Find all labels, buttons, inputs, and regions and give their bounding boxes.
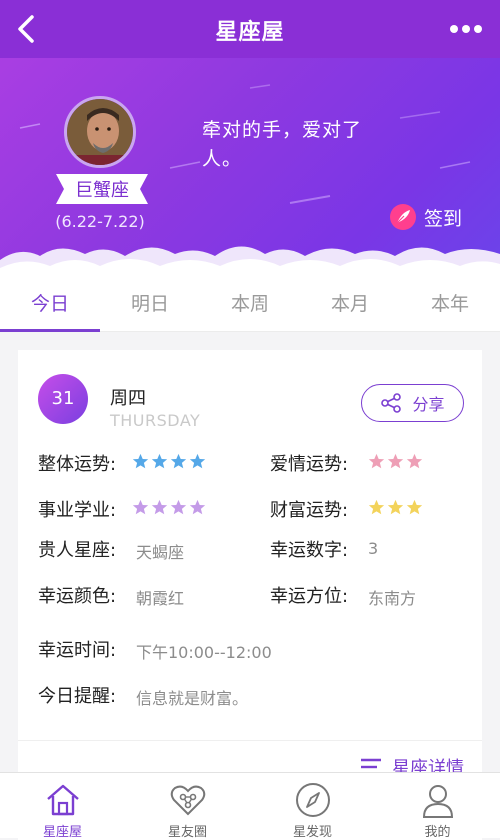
profile-hero: 巨蟹座 (6.22-7.22) 牵对的手，爱对了人。 签到 <box>0 58 500 278</box>
nav-item-home[interactable]: 星座屋 <box>0 773 125 840</box>
avatar[interactable] <box>64 96 136 168</box>
tab-this-week[interactable]: 本周 <box>200 278 300 331</box>
user-icon <box>422 785 453 818</box>
house-icon <box>46 784 79 816</box>
heart-network-icon <box>170 785 205 816</box>
tab-this-month[interactable]: 本月 <box>300 278 400 331</box>
star-icon <box>368 453 385 469</box>
star-icon <box>132 499 149 515</box>
nav-label-home: 星座屋 <box>42 825 82 840</box>
checkin-label: 签到 <box>424 207 463 230</box>
love-fortune-label: 爱情运势: <box>270 454 349 475</box>
lucky-color-label: 幸运颜色: <box>38 586 117 607</box>
star-icon <box>170 453 187 469</box>
star-icon <box>406 453 423 469</box>
lucky-time-label: 幸运时间: <box>38 640 117 661</box>
zodiac-sign-name[interactable]: 巨蟹座 <box>56 176 148 202</box>
nav-item-discover[interactable]: 星发现 <box>250 773 375 840</box>
star-icon <box>151 453 168 469</box>
nav-label-discover: 星发现 <box>292 825 332 840</box>
benefactor-sign-value: 天蝎座 <box>136 543 185 562</box>
benefactor-sign-label: 贵人星座: <box>38 540 117 561</box>
compass-icon <box>295 783 330 817</box>
bottom-nav: 星座屋 星友圈 星发现 我的 <box>0 772 500 840</box>
fortune-card: 31 周四 THURSDAY 分享 整体运势: 爱情运势: 事业学业: 财富运势… <box>18 350 482 840</box>
zodiac-date-range: (6.22-7.22) <box>55 212 145 231</box>
lucky-color-value: 朝霞红 <box>136 589 185 608</box>
star-icon <box>406 499 423 515</box>
star-icon <box>189 453 206 469</box>
daily-reminder-value: 信息就是财富。 <box>136 689 249 708</box>
feather-icon <box>390 204 416 230</box>
checkin-button[interactable]: 签到 <box>390 200 462 234</box>
wealth-fortune-label: 财富运势: <box>270 500 349 521</box>
cloud-decoration <box>0 246 500 278</box>
overall-fortune-label: 整体运势: <box>38 454 117 475</box>
daily-quote: 牵对的手，爱对了人。 <box>202 119 363 170</box>
card-divider <box>18 740 482 741</box>
period-tabs: 今日 明日 本周 本月 本年 <box>0 278 500 332</box>
wealth-fortune-stars <box>368 499 425 516</box>
nav-item-friends[interactable]: 星友圈 <box>125 773 250 840</box>
weekday-english: THURSDAY <box>110 411 201 430</box>
nav-label-me: 我的 <box>424 825 451 840</box>
tab-this-year[interactable]: 本年 <box>400 278 500 331</box>
star-icon <box>387 453 404 469</box>
nav-item-me[interactable]: 我的 <box>375 773 500 840</box>
star-icon <box>189 499 206 515</box>
star-icon <box>170 499 187 515</box>
more-dots-icon[interactable] <box>448 19 484 39</box>
tab-today[interactable]: 今日 <box>0 278 100 332</box>
lucky-time-value: 下午10:00--12:00 <box>136 643 272 662</box>
overall-fortune-stars <box>132 453 208 470</box>
lucky-number-label: 幸运数字: <box>270 540 349 561</box>
career-fortune-label: 事业学业: <box>38 500 117 521</box>
weekday: 周四 <box>110 388 146 409</box>
lucky-number-value: 3 <box>368 539 379 558</box>
daily-reminder-label: 今日提醒: <box>38 686 117 707</box>
tab-tomorrow[interactable]: 明日 <box>100 278 200 331</box>
lucky-direction-value: 东南方 <box>368 589 417 608</box>
star-icon <box>368 499 385 515</box>
star-icon <box>151 499 168 515</box>
love-fortune-stars <box>368 453 425 470</box>
share-icon <box>381 393 402 413</box>
nav-label-friends: 星友圈 <box>167 825 207 840</box>
career-fortune-stars <box>132 499 208 516</box>
star-icon <box>387 499 404 515</box>
lucky-direction-label: 幸运方位: <box>270 586 349 607</box>
star-icon <box>132 453 149 469</box>
page-title: 星座屋 <box>215 20 285 45</box>
share-label: 分享 <box>412 395 445 414</box>
share-button[interactable]: 分享 <box>361 384 464 422</box>
date-circle: 31 <box>38 374 88 424</box>
app-header: 星座屋 <box>0 0 500 58</box>
